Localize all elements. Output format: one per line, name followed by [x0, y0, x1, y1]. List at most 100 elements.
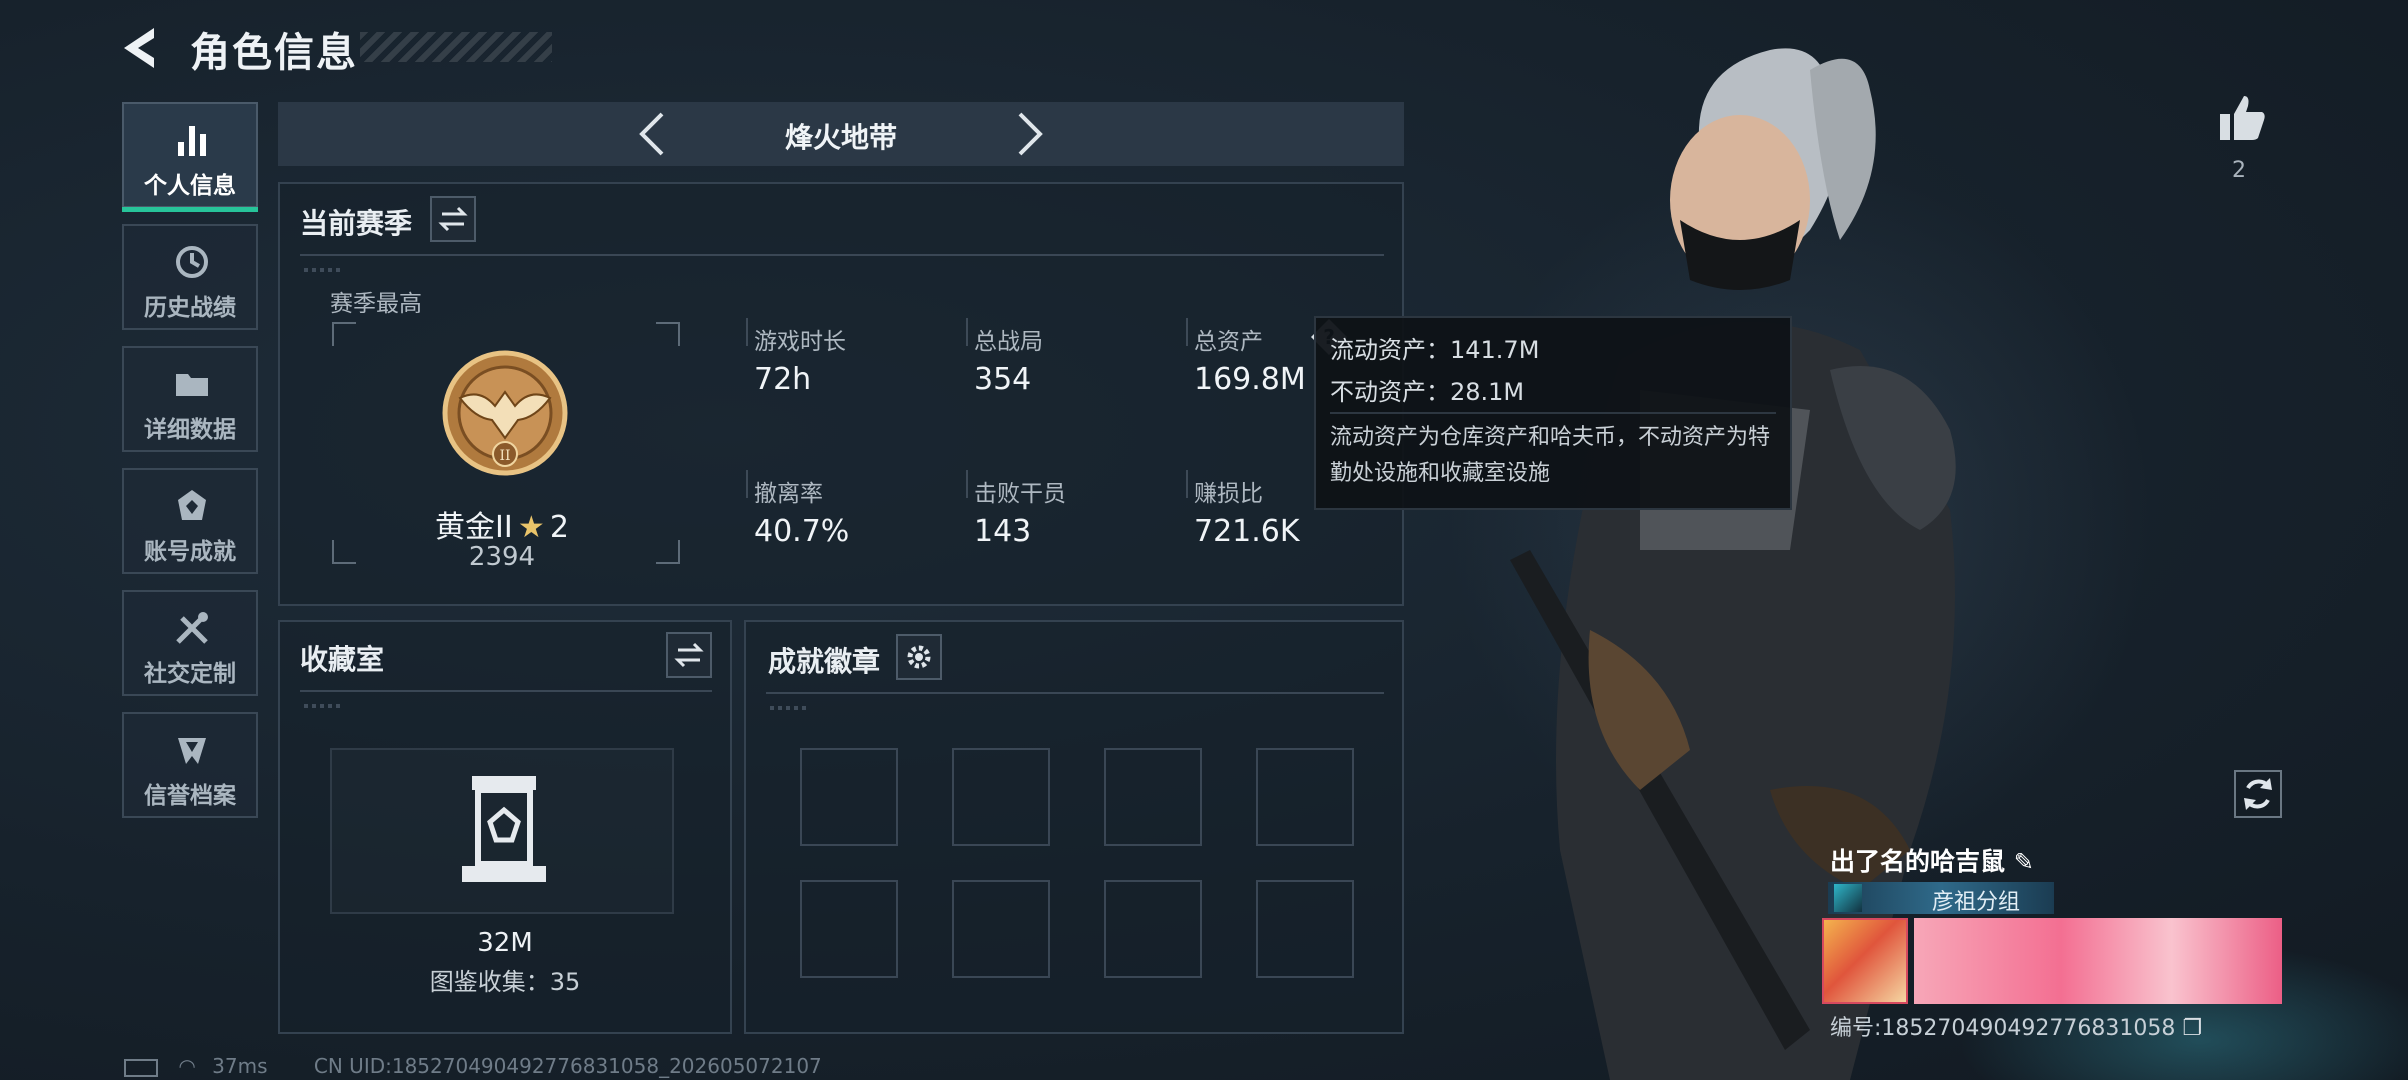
thumbs-up-icon[interactable] [2216, 92, 2268, 144]
sidebar-item-label: 账号成就 [144, 539, 236, 565]
tooltip-liquid-assets: 流动资产：141.7M [1330, 336, 1540, 364]
name-card-banner[interactable] [1914, 918, 2282, 1004]
catalog-count: 图鉴收集：35 [429, 968, 581, 996]
stat-separator [746, 318, 748, 346]
sidebar-item-achievements[interactable]: 账号成就 [122, 468, 258, 574]
battery-icon [124, 1058, 158, 1077]
star-icon: ★ [517, 510, 545, 545]
edit-pencil-icon[interactable]: ✎ [2014, 848, 2034, 876]
badge-slot[interactable] [1104, 748, 1202, 846]
stat-separator [746, 470, 748, 498]
season-best-label: 赛季最高 [330, 291, 422, 317]
tooltip-description: 流动资产为仓库资产和哈夫币，不动资产为特勤处设施和收藏室设施 [1330, 425, 1771, 486]
stat-value: 169.8M [1194, 362, 1306, 397]
stat-value: 143 [974, 514, 1032, 549]
badge-slot[interactable] [1104, 880, 1202, 978]
status-footer: ◠ 37ms CN UID:18527049049277683105​8_202… [124, 1054, 822, 1078]
gear-icon [907, 645, 931, 669]
tools-icon [176, 612, 208, 644]
shield-icon [178, 738, 206, 764]
badge-slot[interactable] [1256, 748, 1354, 846]
stat-separator [966, 470, 968, 498]
badge-slot[interactable] [800, 748, 898, 846]
sidebar-item-personal-info[interactable]: 个人信息 [122, 102, 258, 212]
title-decoration [360, 32, 552, 62]
sidebar-item-label: 历史战绩 [144, 295, 236, 321]
stat-label: 总战局 [974, 329, 1043, 355]
player-name-row: 出了名的哈吉鼠 ✎ [1830, 842, 2034, 878]
badge-slot[interactable] [1256, 880, 1354, 978]
stat-label: 游戏时长 [754, 329, 846, 355]
player-uid-row: 编号:18527049049277683105​8 ❐ [1830, 1010, 2202, 1042]
sidebar-item-social[interactable]: 社交定制 [122, 590, 258, 696]
history-icon [176, 246, 208, 278]
stat-value: 721.6K [1194, 514, 1300, 549]
achievement-icon [178, 490, 206, 520]
stat-label: 击败干员 [974, 481, 1066, 507]
stat-value: 40.7% [754, 514, 850, 549]
page-title: 角色信息 [190, 30, 358, 76]
tooltip-fixed-assets: 不动资产：28.1M [1330, 378, 1525, 406]
rotate-model-button[interactable] [2234, 770, 2282, 818]
frame-corner [332, 322, 356, 346]
season-panel: 当前赛季 赛季最高 II 黄金II ★ 2 2394 游戏时长 72h 总战局 … [278, 182, 1404, 606]
bar-chart-icon [178, 126, 206, 156]
refresh-icon [2244, 778, 2272, 810]
badges-title: 成就徽章 [768, 645, 881, 678]
stat-value: 354 [974, 362, 1032, 397]
avatar-card[interactable] [1822, 918, 1908, 1004]
divider [1330, 412, 1776, 414]
footer-uid: CN UID:18527049049277683105​8_2026050721… [313, 1054, 822, 1078]
back-arrow-icon[interactable] [120, 24, 168, 72]
copy-icon[interactable]: ❐ [2182, 1016, 2202, 1041]
badge-slot[interactable] [800, 880, 898, 978]
badges-panel: 成就徽章 [744, 620, 1404, 1034]
sidebar-item-label: 信誉档案 [144, 783, 236, 809]
display-case-icon [462, 776, 546, 882]
ping-value: 37ms [212, 1054, 268, 1078]
stat-label: 赚损比 [1194, 481, 1263, 507]
badge-settings-button[interactable] [896, 634, 942, 680]
decoration [304, 268, 344, 272]
season-title: 当前赛季 [300, 207, 413, 240]
stat-value: 72h [754, 362, 812, 397]
assets-tooltip: 流动资产：141.7M 不动资产：28.1M 流动资产为仓库资产和哈夫币，不动资… [1314, 316, 1792, 510]
sidebar-item-detailed-data[interactable]: 详细数据 [122, 346, 258, 452]
switch-collection-button[interactable] [666, 632, 712, 678]
rank-score: 2394 [468, 542, 536, 572]
collection-panel: 收藏室 32M 图鉴收集：35 [278, 620, 732, 1034]
stat-label: 总资产 [1194, 329, 1263, 355]
clan-name: 彦祖分组 [1932, 890, 2021, 915]
swap-icon [674, 642, 704, 668]
badge-slot[interactable] [952, 880, 1050, 978]
chevron-right-icon[interactable] [1004, 110, 1052, 158]
mode-selector: 烽火地带 [278, 102, 1404, 166]
sidebar-item-reputation[interactable]: 信誉档案 [122, 712, 258, 818]
decoration [770, 706, 810, 710]
clan-avatar [1834, 884, 1862, 912]
svg-text:II: II [499, 448, 510, 464]
collection-preview[interactable] [330, 748, 674, 914]
mode-title: 烽火地带 [784, 121, 897, 154]
divider [300, 254, 1384, 256]
rank-stars: 2 [549, 510, 569, 545]
player-uid: 编号:18527049049277683105​8 [1830, 1016, 2176, 1041]
stat-label: 撤离率 [754, 481, 823, 507]
clan-banner[interactable]: 彦祖分组 [1828, 882, 2054, 915]
wifi-icon: ◠ [178, 1054, 196, 1078]
player-name: 出了名的哈吉鼠 [1830, 847, 2006, 876]
sidebar-item-label: 社交定制 [144, 661, 236, 687]
swap-icon [438, 206, 468, 232]
gold-rank-emblem-icon: II [442, 350, 568, 476]
collection-value: 32M [477, 928, 533, 958]
folder-icon [176, 374, 208, 396]
rank-name-row: 黄金II ★ 2 [340, 502, 664, 546]
sidebar-item-history[interactable]: 历史战绩 [122, 224, 258, 330]
switch-season-button[interactable] [430, 196, 476, 242]
sidebar-item-label: 详细数据 [144, 417, 236, 443]
divider [300, 690, 712, 692]
collection-title: 收藏室 [300, 643, 385, 676]
stat-separator [966, 318, 968, 346]
decoration [304, 704, 344, 708]
badge-slot[interactable] [952, 748, 1050, 846]
